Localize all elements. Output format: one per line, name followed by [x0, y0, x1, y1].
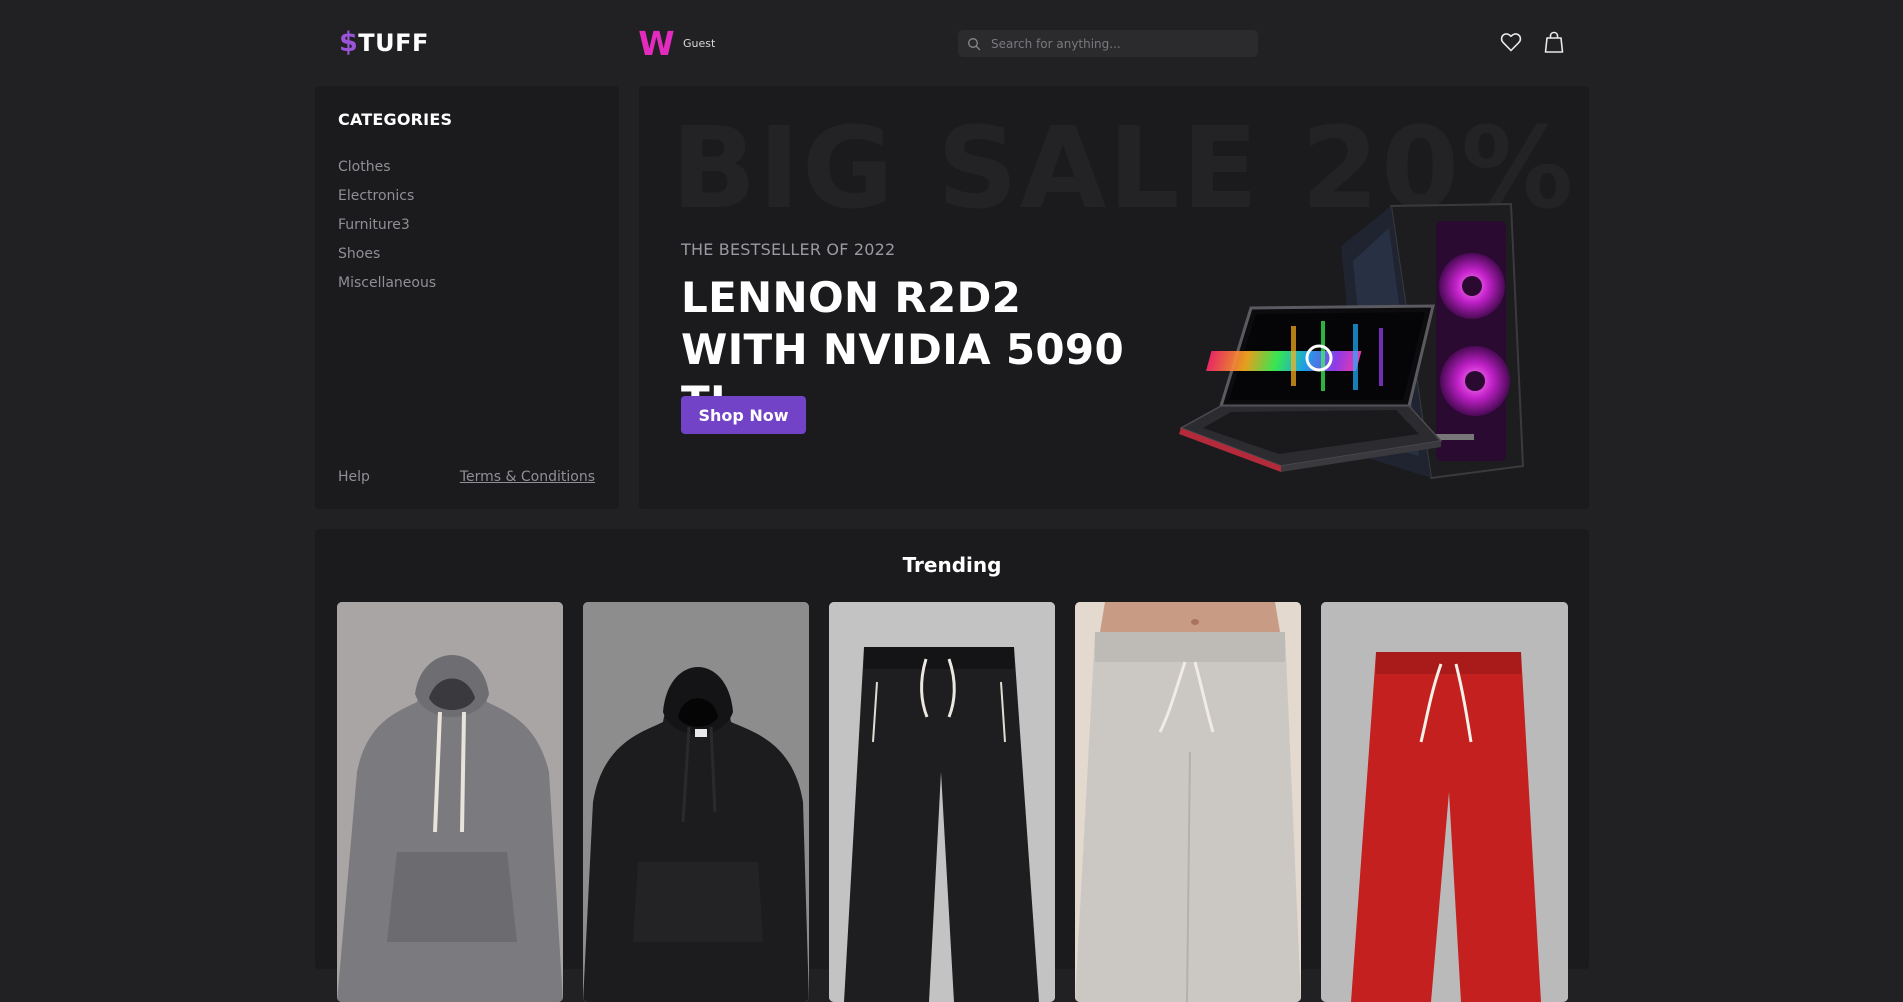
- sidebar-footer: Help Terms & Conditions: [338, 469, 595, 485]
- shopping-bag-icon[interactable]: [1543, 30, 1565, 54]
- logo[interactable]: $ TUFF: [339, 27, 429, 58]
- terms-link[interactable]: Terms & Conditions: [460, 469, 595, 485]
- header: $ TUFF W Guest: [315, 0, 1589, 86]
- product-card[interactable]: [583, 602, 809, 1002]
- sidebar-item-shoes[interactable]: Shoes: [338, 240, 596, 269]
- user-name: Guest: [683, 37, 716, 50]
- product-image: [1321, 602, 1568, 1002]
- avatar-initial: W: [638, 24, 675, 63]
- logo-text: TUFF: [358, 28, 429, 57]
- product-image: [337, 602, 563, 1002]
- search-bar: [958, 30, 1258, 57]
- sidebar-item-electronics[interactable]: Electronics: [338, 182, 596, 211]
- product-image: [1075, 602, 1301, 1002]
- banner-eyebrow: THE BESTSELLER OF 2022: [681, 240, 896, 259]
- heart-icon[interactable]: [1499, 30, 1522, 54]
- trending-title: Trending: [902, 553, 1002, 577]
- banner-product-image: [1179, 202, 1525, 480]
- categories-list: Clothes Electronics Furniture3 Shoes Mis…: [338, 153, 596, 298]
- header-actions: [1499, 30, 1565, 54]
- user-menu[interactable]: W Guest: [638, 24, 716, 63]
- search-input[interactable]: [991, 36, 1241, 51]
- product-image: [829, 602, 1055, 1002]
- categories-title: CATEGORIES: [338, 110, 453, 129]
- shop-now-button[interactable]: Shop Now: [681, 396, 806, 434]
- sidebar-item-furniture[interactable]: Furniture3: [338, 211, 596, 240]
- product-image: [583, 602, 809, 1002]
- categories-sidebar: CATEGORIES Clothes Electronics Furniture…: [315, 86, 619, 509]
- sidebar-item-clothes[interactable]: Clothes: [338, 153, 596, 182]
- product-card[interactable]: [1075, 602, 1301, 1002]
- trending-products: [337, 602, 1568, 1002]
- product-card[interactable]: [829, 602, 1055, 1002]
- avatar: W: [638, 24, 675, 63]
- product-card[interactable]: [1321, 602, 1568, 1002]
- help-link[interactable]: Help: [338, 469, 370, 485]
- product-card[interactable]: [337, 602, 563, 1002]
- logo-symbol: $: [339, 27, 359, 58]
- trending-section: Trending: [315, 529, 1589, 1002]
- sidebar-item-miscellaneous[interactable]: Miscellaneous: [338, 269, 596, 298]
- search-icon: [968, 37, 981, 50]
- hero-banner: BIG SALE 20% THE BESTSELLER OF 2022 LENN…: [639, 86, 1589, 509]
